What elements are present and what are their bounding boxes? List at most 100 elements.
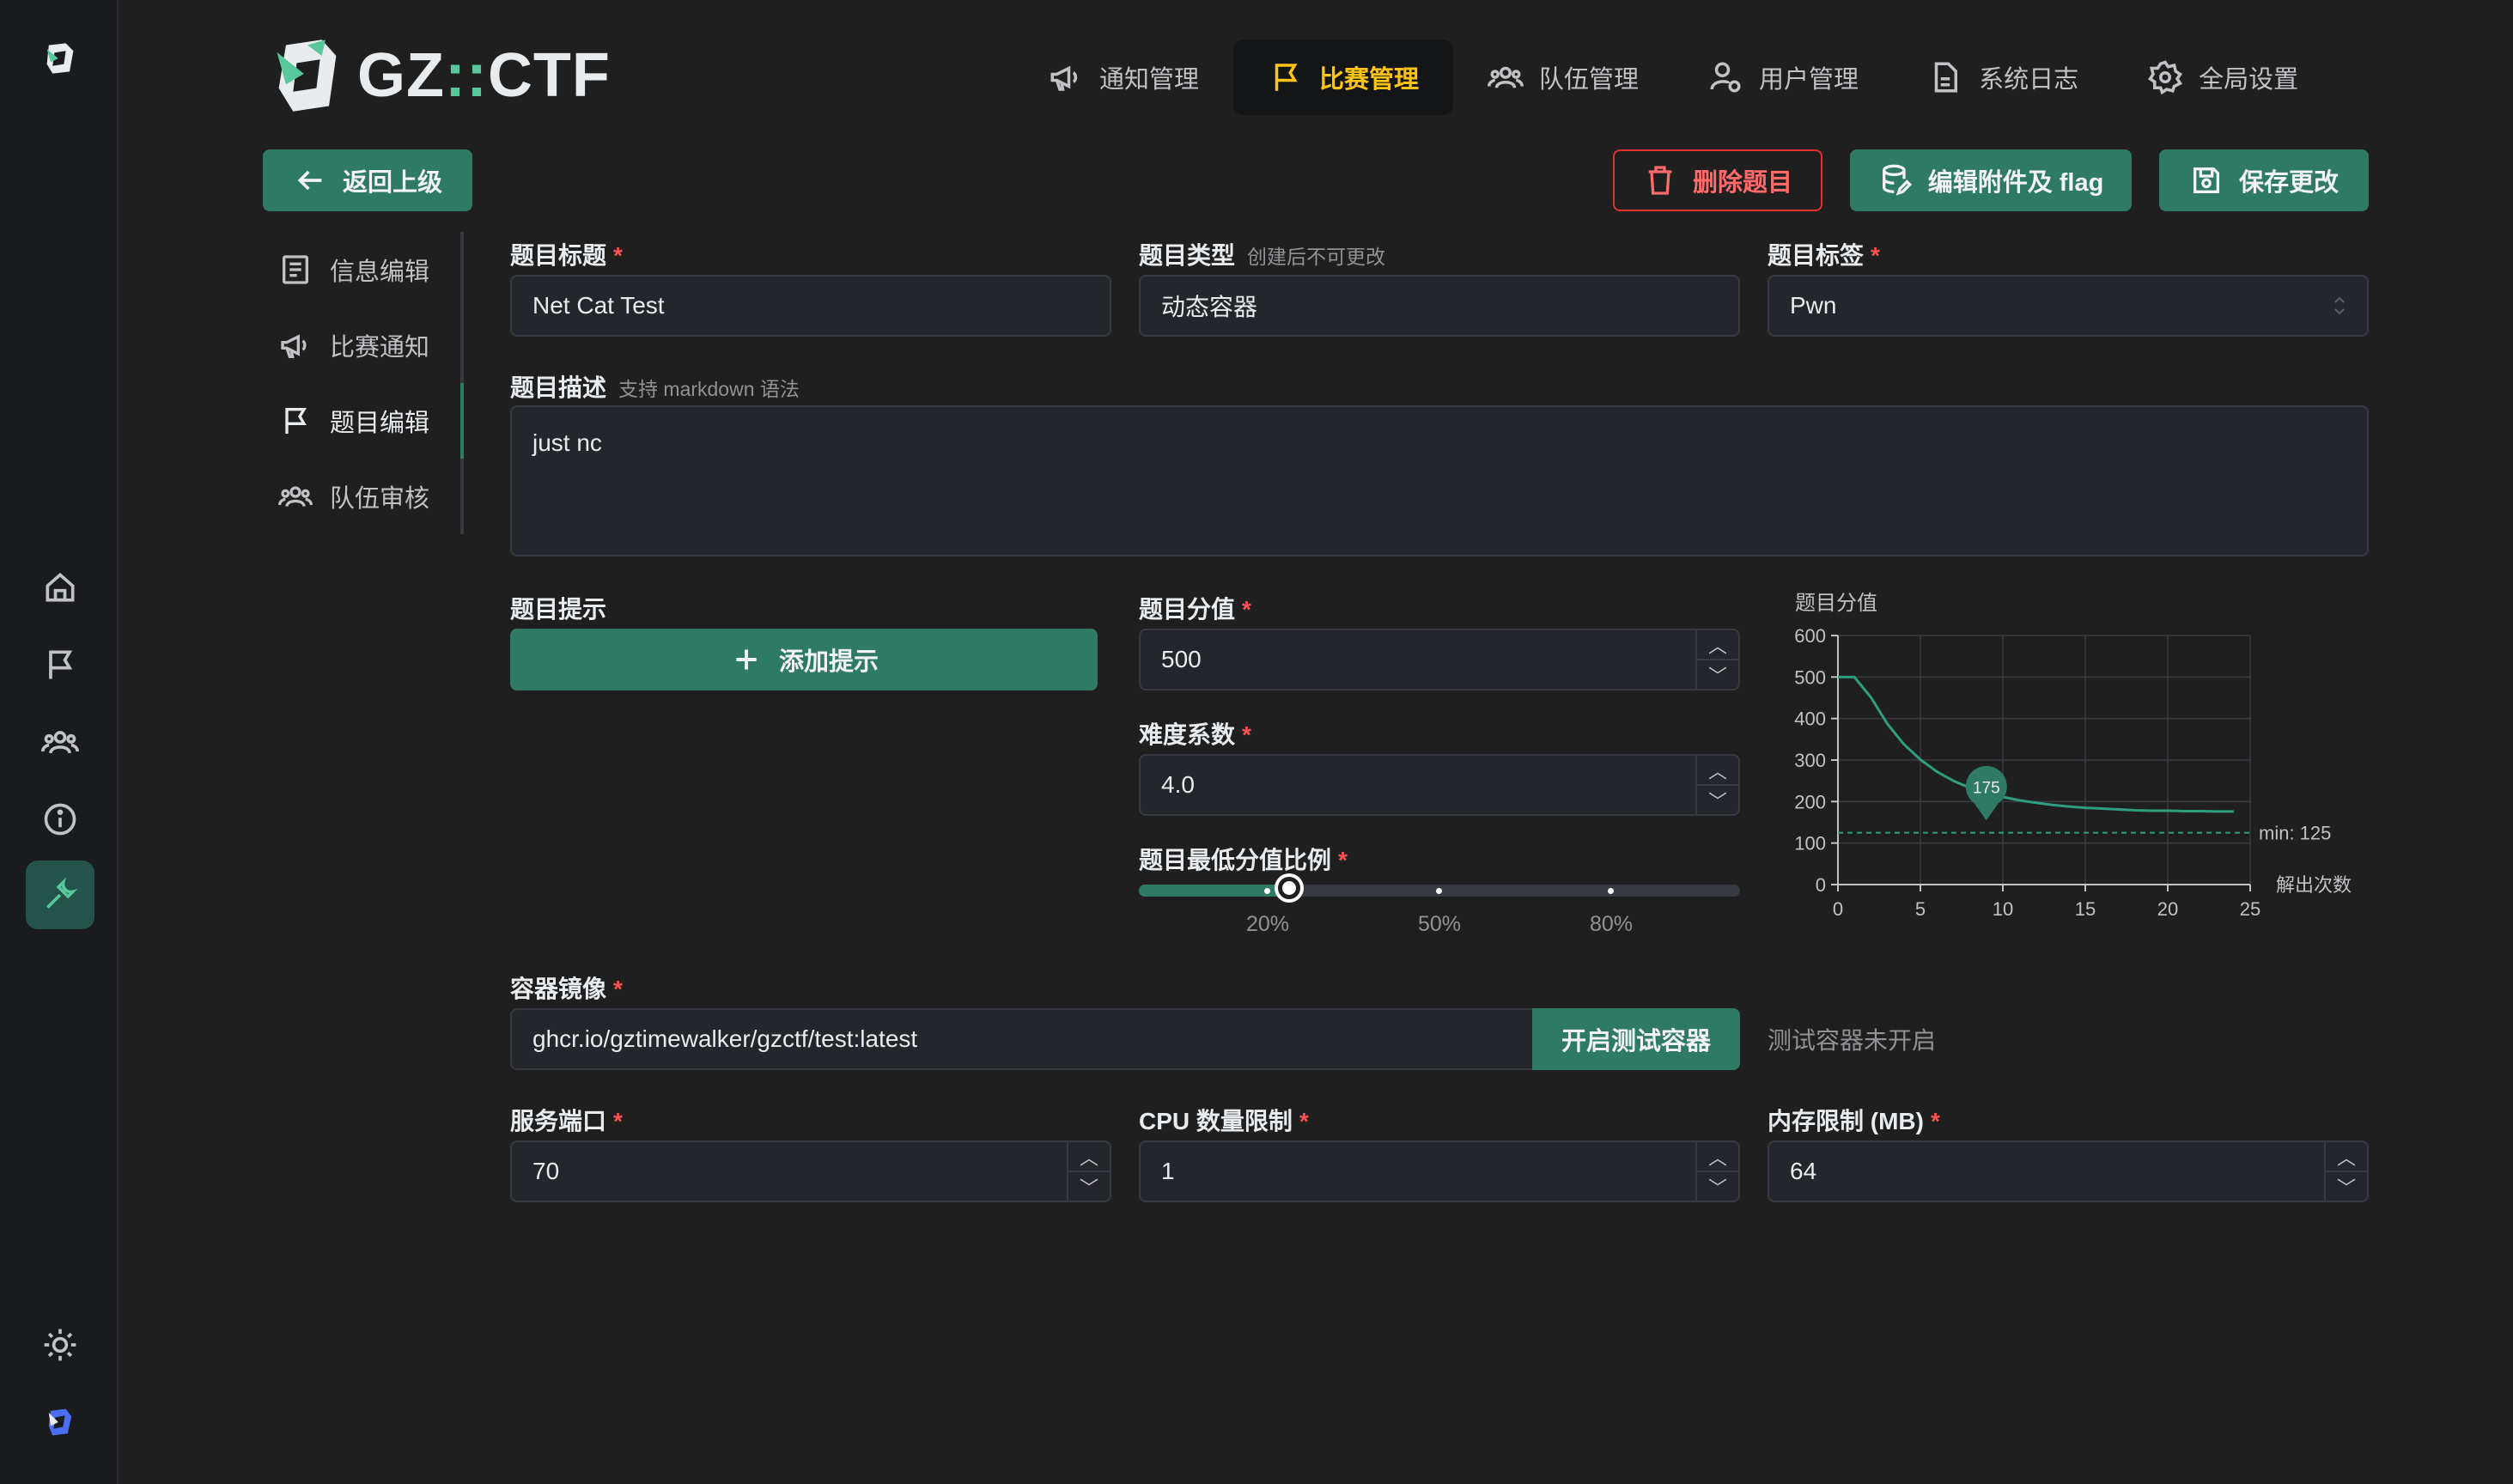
- port-input[interactable]: 70 ︿ ﹀: [510, 1140, 1111, 1202]
- increment-icon[interactable]: ︿: [1697, 756, 1738, 784]
- brand-name: GZ::CTF: [357, 41, 611, 110]
- users-icon: [278, 486, 313, 508]
- trash-icon: [1648, 166, 1672, 195]
- difficulty-input[interactable]: 4.0 ︿ ﹀: [1139, 754, 1740, 816]
- decrement-icon[interactable]: ﹀: [1697, 784, 1738, 814]
- memory-stepper: ︿ ﹀: [2324, 1142, 2367, 1201]
- cpu-label: CPU 数量限制 *: [1139, 1108, 1309, 1134]
- difficulty-label: 难度系数 *: [1139, 721, 1251, 748]
- increment-icon[interactable]: ︿: [1697, 630, 1738, 659]
- home-icon[interactable]: [26, 553, 94, 622]
- increment-icon[interactable]: ︿: [1068, 1142, 1110, 1171]
- x-tick-label: 0: [1833, 898, 1843, 920]
- subnav-label: 信息编辑: [330, 258, 430, 286]
- arrow-left-icon: [297, 170, 322, 191]
- title-label: 题目标题 *: [510, 242, 623, 269]
- type-label: 题目类型 创建后不可更改: [1139, 242, 1386, 269]
- top-navigation: 通知管理 比赛管理 队伍管理 用户管理 系统日志 全局设置: [1013, 40, 2333, 115]
- y-tick-label: 600: [1794, 625, 1826, 647]
- left-sidebar: [0, 0, 119, 1484]
- score-curve-chart: 0 100 200 300 400 500 600 0 5 10 15 20 25 min: 125 解出次…: [1794, 625, 2352, 920]
- save-button[interactable]: 保存更改: [2159, 149, 2369, 211]
- brand-logo-icon: [277, 40, 337, 112]
- y-tick-label: 0: [1816, 874, 1826, 896]
- subnav-label: 比赛通知: [330, 334, 430, 362]
- tab-label: 全局设置: [2199, 66, 2299, 94]
- hints-label: 题目提示: [510, 596, 607, 623]
- edit-attachments-button[interactable]: 编辑附件及 flag: [1850, 149, 2132, 211]
- start-test-container-button[interactable]: 开启测试容器: [1532, 1008, 1740, 1070]
- subnav-notices[interactable]: 比赛通知: [266, 307, 460, 383]
- memory-label: 内存限制 (MB) *: [1768, 1108, 1940, 1134]
- port-label: 服务端口 *: [510, 1108, 623, 1134]
- slider-mark-label: 80%: [1589, 912, 1634, 936]
- score-stepper: ︿ ﹀: [1695, 630, 1738, 689]
- subnav-info-edit[interactable]: 信息编辑: [266, 232, 460, 307]
- min-ratio-label: 题目最低分值比例 *: [1139, 847, 1348, 873]
- tab-notices[interactable]: 通知管理: [1013, 40, 1233, 115]
- x-tick-label: 15: [2075, 898, 2096, 920]
- select-chevron-icon: [2334, 296, 2345, 315]
- min-ratio-slider[interactable]: [1139, 877, 1740, 899]
- plus-icon: [736, 649, 757, 670]
- cpu-input[interactable]: 1 ︿ ﹀: [1139, 1140, 1740, 1202]
- tab-logs[interactable]: 系统日志: [1893, 40, 2113, 115]
- tab-games[interactable]: 比赛管理: [1233, 40, 1454, 115]
- min-score-label: min: 125: [2259, 823, 2331, 844]
- description-textarea[interactable]: just nc: [510, 405, 2369, 556]
- add-hint-button[interactable]: 添加提示: [510, 629, 1098, 690]
- tab-settings[interactable]: 全局设置: [2113, 40, 2333, 115]
- subnav-challenges[interactable]: 题目编辑: [266, 383, 460, 459]
- decrement-icon[interactable]: ﹀: [2326, 1171, 2367, 1201]
- users-icon[interactable]: [26, 708, 94, 776]
- megaphone-icon: [1050, 65, 1078, 91]
- app-logo-icon[interactable]: [26, 24, 94, 93]
- y-tick-label: 300: [1794, 750, 1826, 771]
- tag-select[interactable]: Pwn: [1768, 275, 2369, 337]
- decrement-icon[interactable]: ﹀: [1697, 1171, 1738, 1201]
- slider-mark-dot: [1264, 888, 1270, 894]
- user-avatar-icon[interactable]: [26, 1388, 94, 1457]
- database-edit-icon: [1882, 164, 1912, 196]
- increment-icon[interactable]: ︿: [1697, 1142, 1738, 1171]
- tab-users[interactable]: 用户管理: [1673, 40, 1893, 115]
- tab-label: 系统日志: [1979, 66, 2079, 94]
- tag-label: 题目标签 *: [1768, 242, 1880, 269]
- subnav-label: 队伍审核: [330, 485, 430, 513]
- flag-icon: [1275, 64, 1298, 91]
- subnav-label: 题目编辑: [330, 410, 430, 437]
- x-tick-label: 5: [1915, 898, 1926, 920]
- tab-label: 用户管理: [1759, 66, 1859, 94]
- x-axis-label: 解出次数: [2276, 874, 2352, 896]
- flag-icon[interactable]: [26, 630, 94, 699]
- image-input[interactable]: ghcr.io/gztimewalker/gzctf/test:latest: [510, 1008, 1537, 1070]
- title-input[interactable]: Net Cat Test: [510, 275, 1111, 337]
- tab-label: 队伍管理: [1539, 66, 1640, 94]
- users-icon: [1488, 66, 1524, 88]
- info-icon[interactable]: [26, 785, 94, 854]
- save-icon: [2193, 167, 2219, 193]
- y-tick-label: 100: [1794, 833, 1826, 855]
- tab-teams[interactable]: 队伍管理: [1453, 40, 1673, 115]
- x-tick-label: 10: [1993, 898, 2013, 920]
- subnav-team-review[interactable]: 队伍审核: [266, 459, 460, 534]
- subnav-active-marker: [460, 383, 464, 459]
- score-input[interactable]: 500 ︿ ﹀: [1139, 629, 1740, 690]
- gear-icon: [2148, 60, 2183, 95]
- memory-input[interactable]: 64 ︿ ﹀: [1768, 1140, 2369, 1202]
- file-icon: [1934, 62, 1958, 93]
- admin-wrench-icon[interactable]: [26, 861, 94, 929]
- slider-mark-label: 20%: [1245, 912, 1290, 936]
- decrement-icon[interactable]: ﹀: [1068, 1171, 1110, 1201]
- brand-logo: GZ::CTF: [271, 34, 611, 117]
- back-button[interactable]: 返回上级: [263, 149, 472, 211]
- theme-sun-icon[interactable]: [26, 1311, 94, 1379]
- increment-icon[interactable]: ︿: [2326, 1142, 2367, 1171]
- score-label: 题目分值 *: [1139, 596, 1251, 623]
- decrement-icon[interactable]: ﹀: [1697, 659, 1738, 689]
- user-cog-icon: [1710, 62, 1741, 93]
- megaphone-icon: [281, 334, 307, 358]
- slider-thumb[interactable]: [1278, 877, 1300, 899]
- delete-challenge-button[interactable]: 删除题目: [1613, 149, 1822, 211]
- slider-mark-dot: [1608, 888, 1614, 894]
